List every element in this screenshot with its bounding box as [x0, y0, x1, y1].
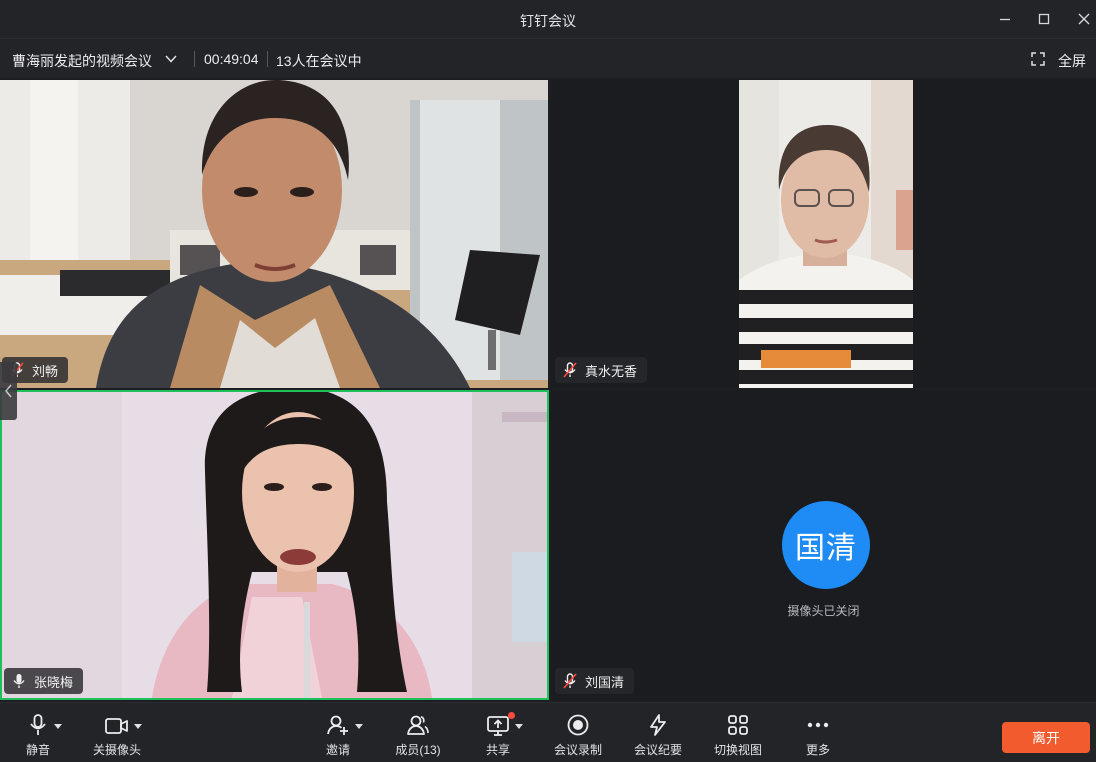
window-title: 钉钉会议 — [520, 13, 576, 29]
minimize-icon[interactable] — [995, 9, 1015, 29]
video-tile[interactable]: 真水无香 — [551, 80, 1096, 388]
members-button[interactable]: 成员(13) — [391, 703, 445, 762]
mute-label: 静音 — [25, 743, 50, 757]
camera-icon — [105, 718, 128, 734]
participant-name-tag: 真水无香 — [555, 357, 648, 383]
meeting-name[interactable]: 曹海丽发起的视频会议 — [12, 51, 152, 71]
title-bar: 钉钉会议 — [0, 0, 1096, 38]
lightning-icon — [650, 714, 666, 736]
divider — [267, 51, 268, 67]
divider — [194, 51, 195, 67]
caret-down-icon[interactable] — [355, 724, 363, 730]
mute-button[interactable]: 静音 — [20, 703, 56, 762]
switch-view-button[interactable]: 切换视图 — [712, 703, 764, 762]
members-label: 成员(13) — [395, 743, 441, 757]
share-button[interactable]: 共享 — [484, 703, 515, 762]
fullscreen-button[interactable]: 全屏 — [1058, 51, 1086, 71]
meeting-toolbar: 静音 关摄像头 邀请 成员(13) 共享 会议录制 会议纪要 切换视图 更多 离… — [0, 702, 1096, 762]
add-person-icon — [327, 715, 348, 735]
camera-off-button[interactable]: 关摄像头 — [90, 703, 144, 762]
record-label: 会议录制 — [553, 743, 602, 757]
notification-dot — [508, 712, 515, 719]
camera-off-notice: 摄像头已关闭 — [787, 604, 860, 618]
chevron-left-icon — [5, 384, 12, 398]
more-label: 更多 — [805, 743, 830, 757]
mic-muted-icon — [563, 362, 577, 378]
minutes-label: 会议纪要 — [633, 743, 682, 757]
avatar: 国清 — [782, 501, 870, 589]
mic-muted-icon — [563, 673, 577, 689]
participant-name-tag: 刘国清 — [555, 668, 635, 694]
switch-view-label: 切换视图 — [713, 743, 762, 757]
minutes-button[interactable]: 会议纪要 — [632, 703, 684, 762]
participant-video — [551, 80, 1096, 388]
record-icon — [567, 714, 589, 736]
caret-down-icon[interactable] — [134, 724, 142, 730]
leave-button[interactable]: 离开 — [1002, 722, 1090, 753]
record-button[interactable]: 会议录制 — [552, 703, 604, 762]
share-label: 共享 — [485, 743, 510, 757]
close-icon[interactable] — [1074, 9, 1094, 29]
participant-name: 刘畅 — [32, 363, 59, 379]
more-button[interactable]: 更多 — [803, 703, 833, 762]
maximize-icon[interactable] — [1034, 9, 1054, 29]
caret-down-icon[interactable] — [54, 724, 62, 730]
previous-page-handle[interactable] — [0, 362, 17, 420]
people-icon — [407, 715, 429, 735]
participant-count: 13人在会议中 — [276, 53, 362, 69]
meeting-duration: 00:49:04 — [204, 51, 259, 67]
camera-off-label: 关摄像头 — [92, 743, 141, 757]
video-tile[interactable]: 国清 摄像头已关闭 刘国清 — [551, 390, 1096, 700]
caret-down-icon[interactable] — [515, 724, 523, 730]
participant-name-tag: 张晓梅 — [4, 668, 84, 694]
participant-name: 真水无香 — [585, 363, 638, 379]
mic-icon — [13, 674, 25, 688]
participant-name: 张晓梅 — [34, 674, 74, 690]
meeting-info-bar: 曹海丽发起的视频会议 00:49:04 13人在会议中 全屏 — [0, 38, 1096, 78]
mic-icon — [30, 714, 46, 735]
more-icon — [807, 722, 829, 728]
participant-video — [2, 392, 547, 698]
invite-label: 邀请 — [325, 743, 350, 757]
participant-name: 刘国清 — [585, 674, 625, 690]
fullscreen-icon[interactable] — [1031, 52, 1045, 66]
screen-share-icon — [487, 716, 509, 736]
grid-view-icon — [728, 715, 748, 735]
invite-button[interactable]: 邀请 — [322, 703, 354, 762]
participant-video — [0, 80, 548, 388]
video-tile[interactable]: 刘畅 — [0, 80, 548, 388]
video-tile-active-speaker[interactable]: 张晓梅 — [0, 390, 549, 700]
dingtalk-meeting-window: 钉钉会议 曹海丽发起的视频会议 00:49:04 13人在会议中 全屏 刘畅 真… — [0, 0, 1096, 762]
chevron-down-icon[interactable] — [164, 53, 178, 65]
